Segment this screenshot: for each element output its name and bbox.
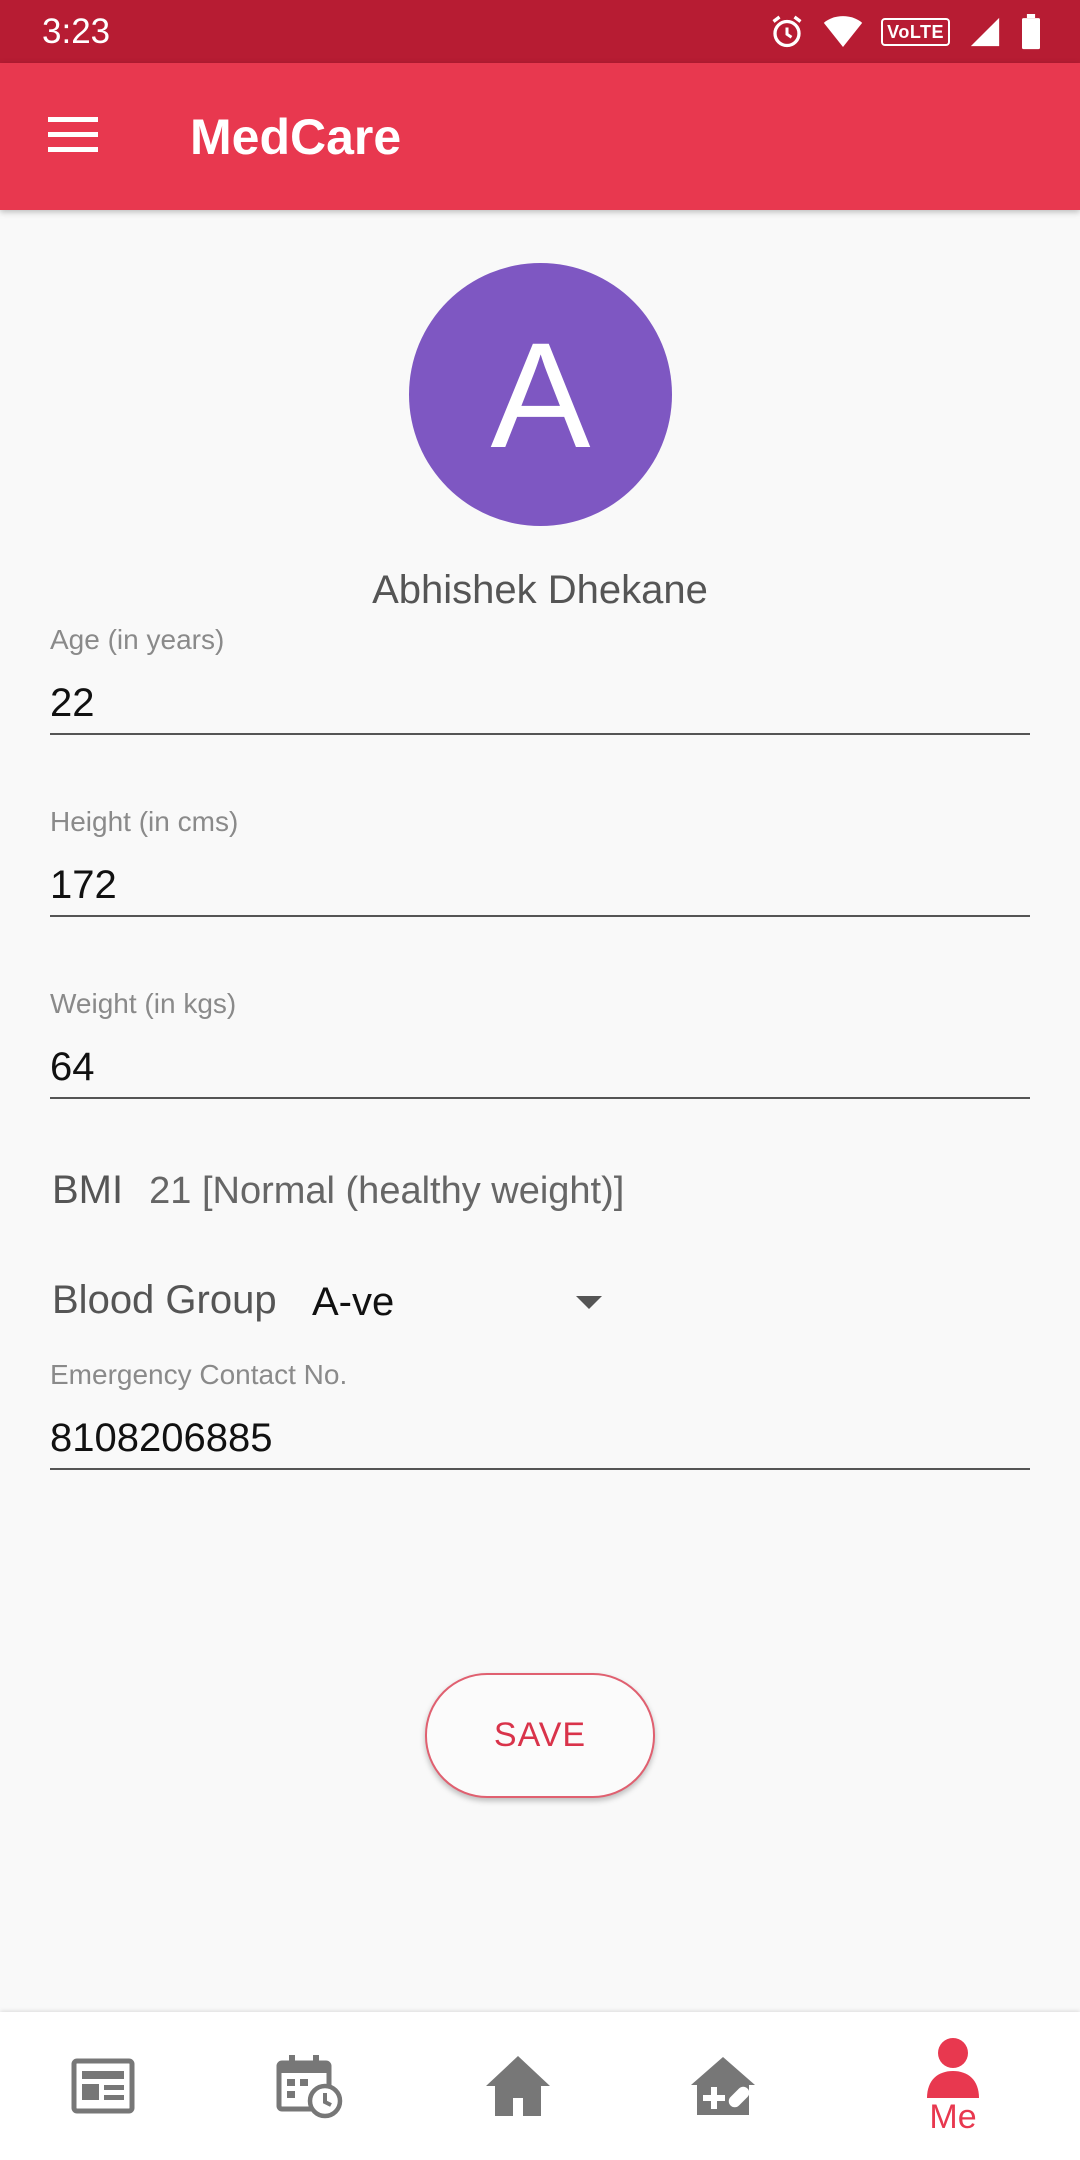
nav-item-home[interactable] [443,2012,593,2160]
nav-item-pharmacy[interactable] [648,2012,798,2160]
weight-label: Weight (in kgs) [50,988,237,1019]
bmi-row: BMI 21 [Normal (healthy weight)] [52,1168,624,1213]
blood-group-row: Blood Group A-ve [52,1278,602,1328]
blood-group-dropdown[interactable]: A-ve [312,1272,612,1332]
avatar: A [409,263,672,526]
nav-item-me[interactable]: Me [878,2012,1028,2160]
alarm-icon [772,15,802,48]
app-title: MedCare [190,109,402,165]
bottom-nav: Me [0,2012,1080,2160]
weight-input[interactable] [50,1037,1030,1099]
news-icon [71,2058,135,2114]
volte-icon: VoLTE [881,18,950,46]
calendar-clock-icon [276,2055,343,2119]
battery-icon [1022,14,1040,50]
status-icons: VoLTE [769,12,1042,52]
age-input[interactable] [50,673,1030,735]
chevron-down-icon [576,1295,602,1309]
emergency-contact-input[interactable] [50,1408,1030,1470]
avatar-letter: A [490,310,591,479]
bmi-label: BMI [52,1168,124,1212]
menu-icon[interactable] [48,115,98,155]
nav-label-me: Me [929,2097,977,2136]
height-input[interactable] [50,855,1030,917]
app-bar: MedCare [0,63,1080,210]
wifi-icon [824,16,863,47]
nav-item-schedule[interactable] [235,2012,385,2160]
signal-icon [970,17,1000,47]
status-time: 3:23 [42,12,111,51]
blood-group-value: A-ve [312,1279,395,1324]
home-icon [486,2056,550,2116]
save-button[interactable]: SAVE [425,1673,655,1798]
pharmacy-icon [691,2057,755,2115]
bmi-value: 21 [Normal (healthy weight)] [149,1170,625,1212]
status-bar: 3:23 VoLTE [0,0,1080,63]
height-label: Height (in cms) [50,806,239,837]
emergency-label: Emergency Contact No. [50,1359,348,1390]
person-icon [927,2037,979,2098]
nav-item-news[interactable] [28,2012,178,2160]
blood-group-label: Blood Group [52,1278,277,1322]
age-label: Age (in years) [50,624,225,655]
user-name: Abhishek Dhekane [372,568,708,612]
